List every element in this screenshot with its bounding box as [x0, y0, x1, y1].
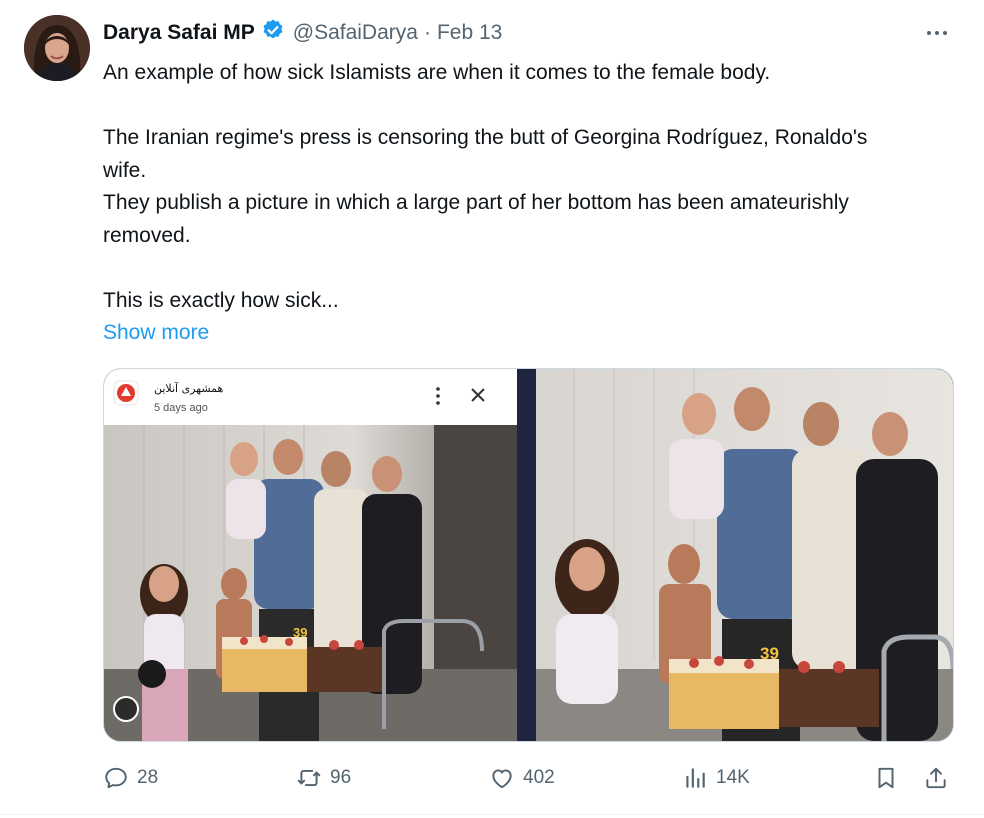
reply-count: 28	[137, 767, 159, 788]
right-cake-number: 39	[760, 644, 779, 663]
tweet-header: Darya Safai MP @SafaiDarya · Feb 13	[103, 18, 502, 48]
tweet-line: An example of how sick Islamists are whe…	[103, 61, 771, 84]
card-menu-icon	[436, 387, 440, 405]
retweet-count: 96	[330, 767, 352, 788]
tweet-date[interactable]: Feb 13	[437, 21, 502, 45]
tweet-text: An example of how sick Islamists are whe…	[103, 57, 943, 350]
retweet-button[interactable]: 96	[296, 762, 351, 794]
more-options-icon[interactable]	[922, 22, 952, 44]
post-time: 5 days ago	[154, 402, 208, 414]
reply-button[interactable]: 28	[103, 762, 158, 794]
reply-icon	[105, 767, 127, 789]
show-more-link[interactable]: Show more	[103, 317, 943, 350]
views-chart-icon	[686, 768, 705, 788]
left-cake-number: 39	[293, 625, 307, 640]
source-name: همشهری آنلاین	[154, 381, 224, 395]
views-button[interactable]: 14K	[682, 762, 750, 794]
author-handle[interactable]: @SafaiDarya	[293, 21, 418, 45]
tweet-line: The Iranian regime's press is censoring …	[103, 126, 868, 182]
author-name[interactable]: Darya Safai MP	[103, 21, 255, 45]
bookmark-icon	[878, 767, 894, 789]
avatar[interactable]	[24, 15, 90, 81]
heart-icon	[492, 769, 512, 789]
share-icon	[926, 767, 946, 789]
tweet-media[interactable]: 39 همشهری آنلاین 5 days ago 39	[103, 368, 954, 742]
header-separator: ·	[423, 21, 431, 44]
like-count: 402	[523, 767, 555, 788]
media-image: 39 همشهری آنلاین 5 days ago 39	[104, 369, 953, 741]
bookmark-button[interactable]	[873, 762, 907, 794]
tweet: Darya Safai MP @SafaiDarya · Feb 13 An e…	[0, 0, 984, 818]
tweet-actions: 28 96 402 14K	[103, 762, 953, 794]
retweet-icon	[297, 769, 321, 787]
verified-badge-icon	[255, 18, 293, 48]
bottom-divider	[0, 814, 984, 815]
like-button[interactable]: 402	[489, 762, 555, 794]
views-count: 14K	[716, 767, 750, 788]
share-button[interactable]	[923, 762, 957, 794]
tweet-line: They publish a picture in which a large …	[103, 191, 849, 247]
tweet-line: This is exactly how sick...	[103, 288, 339, 312]
